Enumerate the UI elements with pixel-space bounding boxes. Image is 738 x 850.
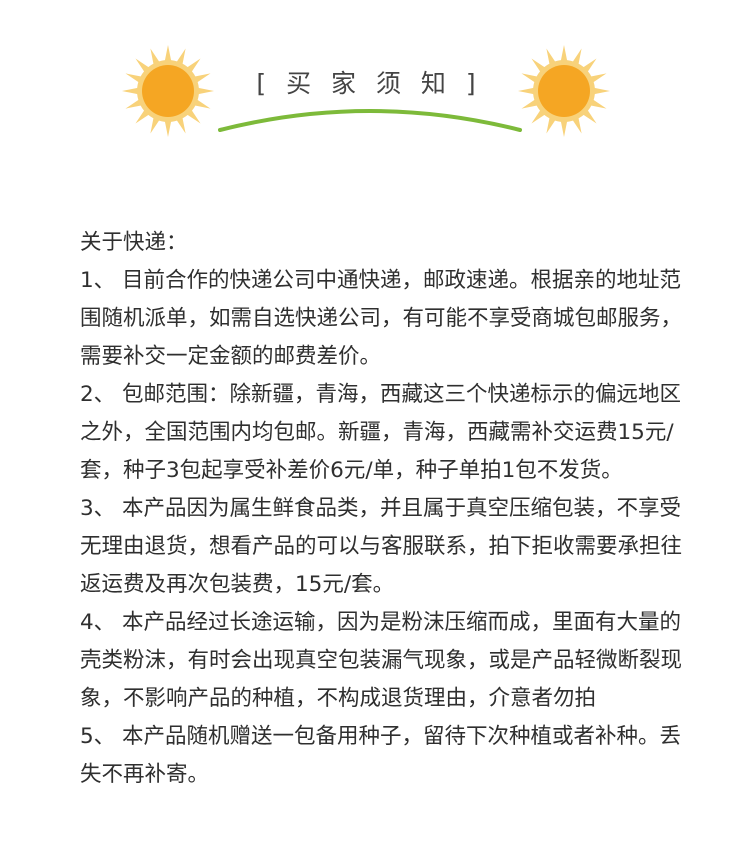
notice-item: 1、 目前合作的快递公司中通快递，邮政速递。根据亲的地址范围随机派单，如需自选快…: [80, 268, 683, 369]
notice-item: 2、 包邮范围：除新疆，青海，西藏这三个快递标示的偏远地区之外，全国范围内均包邮…: [80, 382, 682, 483]
section-heading: 关于快递：: [80, 230, 188, 255]
notice-item: 4、 本产品经过长途运输，因为是粉沫压缩而成，里面有大量的壳类粉沫，有时会出现真…: [80, 610, 683, 711]
page-title: [ 买 家 须 知 ]: [256, 69, 482, 98]
sun-icon: [518, 45, 610, 137]
green-arc-decoration: [218, 109, 522, 132]
notice-body: 关于快递： 1、 目前合作的快递公司中通快递，邮政速递。根据亲的地址范围随机派单…: [80, 224, 700, 794]
notice-header: [ 买 家 须 知 ]: [0, 0, 738, 150]
notice-item: 3、 本产品因为属生鲜食品类，并且属于真空压缩包装，不享受无理由退货，想看产品的…: [80, 496, 683, 597]
notice-item: 5、 本产品随机赠送一包备用种子，留待下次种植或者补种。丢失不再补寄。: [80, 724, 682, 787]
